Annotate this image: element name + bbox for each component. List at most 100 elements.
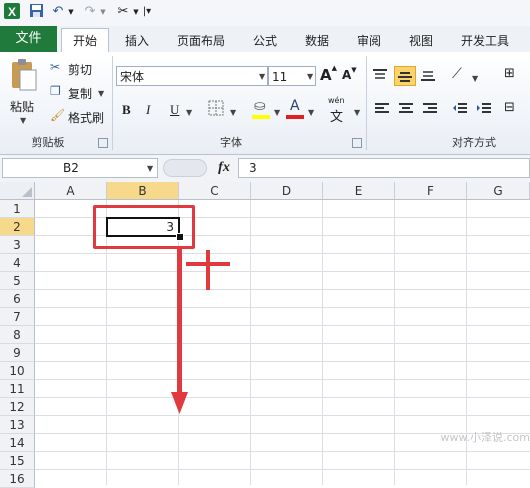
align-middle-button[interactable]	[394, 66, 416, 86]
grid-line	[35, 343, 530, 344]
clipboard-launcher-icon[interactable]	[98, 138, 108, 148]
underline-button[interactable]: U	[170, 102, 184, 118]
align-center-button[interactable]	[398, 102, 416, 118]
font-launcher-icon[interactable]	[352, 138, 362, 148]
row-header-15[interactable]: 15	[0, 452, 35, 470]
column-header-a[interactable]: A	[35, 182, 107, 200]
tab-file[interactable]: 文件	[0, 26, 57, 52]
shrink-font-button[interactable]: A ▼	[342, 66, 358, 86]
customize-toolbar-icon[interactable]: |▾	[142, 3, 152, 21]
decrease-indent-button[interactable]	[452, 102, 470, 118]
border-button[interactable]	[208, 100, 226, 118]
tab-insert[interactable]: 插入	[118, 30, 156, 52]
fill-color-button[interactable]: ⛀	[252, 98, 272, 120]
phonetic-dropdown-icon[interactable]: ▼	[354, 108, 360, 117]
font-color-button[interactable]: A	[286, 98, 306, 120]
align-center-icon	[399, 103, 413, 113]
column-header-e[interactable]: E	[323, 182, 395, 200]
tools-icon[interactable]: ✂	[114, 3, 132, 21]
row-header-7[interactable]: 7	[0, 308, 35, 326]
copy-button[interactable]: ❐ 复制 ▼	[50, 84, 110, 102]
column-header-f[interactable]: F	[395, 182, 467, 200]
font-name-value: 宋体	[120, 70, 145, 84]
tab-review[interactable]: 审阅	[350, 30, 388, 52]
column-header-c[interactable]: C	[179, 182, 251, 200]
ribbon-home: 粘贴 ▼ ✂ 剪切 ❐ 复制 ▼ 🖌 格式刷 剪贴板 宋体 ▼ 11 ▼ A ▲ …	[0, 52, 530, 155]
svg-text:X: X	[8, 5, 16, 19]
name-box-dropdown-icon[interactable]: ▼	[147, 164, 153, 173]
insert-function-button[interactable]: fx	[212, 157, 236, 179]
row-header-12[interactable]: 12	[0, 398, 35, 416]
grow-font-button[interactable]: A ▲	[320, 64, 338, 86]
tab-home[interactable]: 开始	[61, 28, 109, 53]
select-all-corner[interactable]	[0, 182, 35, 200]
group-divider	[112, 56, 113, 150]
align-bottom-button[interactable]	[420, 68, 440, 86]
save-icon[interactable]	[28, 3, 44, 21]
undo-dropdown-icon[interactable]: ▼	[67, 3, 75, 21]
phonetic-pinyin: wén	[328, 96, 345, 105]
align-right-button[interactable]	[422, 102, 440, 118]
grid-line	[35, 307, 530, 308]
underline-dropdown-icon[interactable]: ▼	[186, 108, 192, 117]
increase-indent-button[interactable]	[476, 102, 494, 118]
format-painter-button[interactable]: 🖌 格式刷	[50, 108, 110, 126]
bold-button[interactable]: B	[122, 102, 138, 118]
tab-developer[interactable]: 开发工具	[454, 30, 516, 52]
border-dropdown-icon[interactable]: ▼	[230, 108, 236, 117]
row-header-2[interactable]: 2	[0, 218, 35, 236]
font-color-dropdown-icon[interactable]: ▼	[308, 108, 314, 117]
font-size-dropdown-icon[interactable]: ▼	[307, 67, 313, 87]
italic-button[interactable]: I	[146, 102, 162, 118]
row-header-1[interactable]: 1	[0, 200, 35, 218]
column-header-g[interactable]: G	[467, 182, 530, 200]
tab-formulas[interactable]: 公式	[246, 30, 284, 52]
formula-splitter-icon[interactable]	[163, 159, 207, 177]
orientation-dropdown-icon[interactable]: ▼	[472, 74, 478, 83]
orientation-button[interactable]: ⟋	[452, 66, 472, 86]
grid-line	[35, 469, 530, 470]
tools-dropdown-icon[interactable]: ▼	[132, 3, 140, 21]
alignment-group-label: 对齐方式	[452, 136, 496, 149]
font-name-select[interactable]: 宋体 ▼	[116, 66, 268, 86]
grid-line	[35, 289, 530, 290]
row-header-16[interactable]: 16	[0, 470, 35, 488]
row-header-11[interactable]: 11	[0, 380, 35, 398]
tab-view[interactable]: 视图	[402, 30, 440, 52]
row-header-4[interactable]: 4	[0, 254, 35, 272]
column-header-d[interactable]: D	[251, 182, 323, 200]
wrap-text-button[interactable]: ⊞	[504, 66, 530, 86]
tab-page-layout[interactable]: 页面布局	[170, 30, 232, 52]
spreadsheet-grid[interactable]: A B C D E F G 1 2 3 4 5 6 7 8 9 10 11 12…	[0, 182, 530, 488]
row-header-6[interactable]: 6	[0, 290, 35, 308]
phonetic-button[interactable]: wén 文	[326, 96, 354, 125]
name-box[interactable]: B2 ▼	[2, 158, 158, 178]
align-left-button[interactable]	[374, 102, 392, 118]
redo-dropdown-icon[interactable]: ▼	[99, 3, 107, 21]
fill-color-swatch	[252, 115, 270, 119]
formula-input[interactable]: 3	[238, 158, 530, 178]
row-header-14[interactable]: 14	[0, 434, 35, 452]
name-box-value: B2	[63, 161, 79, 175]
row-header-5[interactable]: 5	[0, 272, 35, 290]
cut-button[interactable]: ✂ 剪切	[50, 60, 106, 78]
column-header-b[interactable]: B	[107, 182, 179, 200]
copy-label: 复制	[68, 87, 93, 101]
grid-line	[35, 361, 530, 362]
align-top-button[interactable]	[372, 68, 392, 86]
row-header-13[interactable]: 13	[0, 416, 35, 434]
undo-icon[interactable]: ↶	[50, 3, 66, 21]
align-middle-icon	[398, 72, 412, 82]
merge-center-button[interactable]: ⊟	[504, 100, 530, 120]
font-color-glyph: A	[290, 98, 300, 114]
row-header-3[interactable]: 3	[0, 236, 35, 254]
row-header-9[interactable]: 9	[0, 344, 35, 362]
font-name-dropdown-icon[interactable]: ▼	[259, 67, 265, 87]
font-size-select[interactable]: 11 ▼	[268, 66, 316, 86]
row-header-8[interactable]: 8	[0, 326, 35, 344]
tab-data[interactable]: 数据	[298, 30, 336, 52]
fill-color-dropdown-icon[interactable]: ▼	[274, 108, 280, 117]
redo-icon[interactable]: ↷	[82, 3, 98, 21]
row-header-10[interactable]: 10	[0, 362, 35, 380]
paste-button[interactable]: 粘贴 ▼	[6, 56, 42, 128]
